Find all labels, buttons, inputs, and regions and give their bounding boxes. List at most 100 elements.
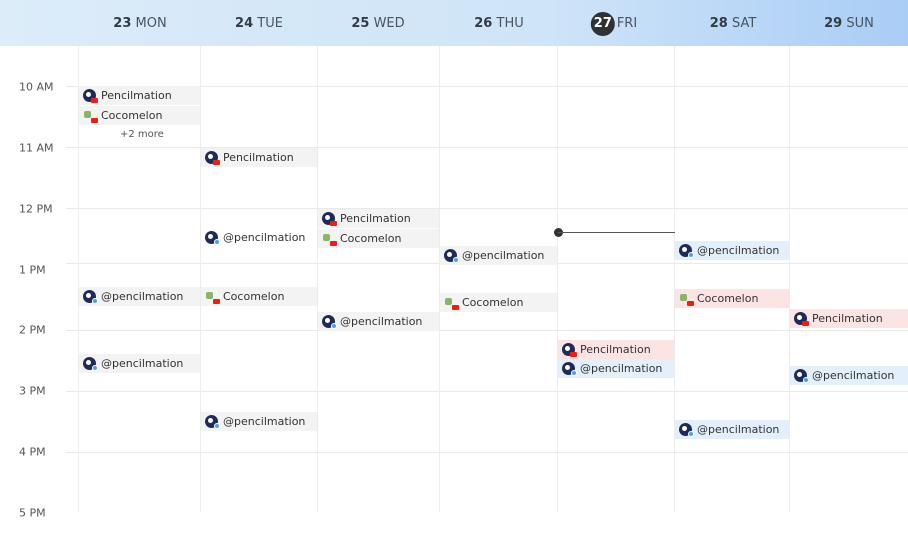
event-title: Cocomelon xyxy=(340,232,402,245)
day-divider xyxy=(317,46,318,512)
event-pencilmation-twitter[interactable]: @pencilmation xyxy=(675,420,789,439)
event-pencilmation-twitter[interactable]: @pencilmation xyxy=(558,359,674,378)
day-number: 26 xyxy=(474,16,493,31)
day-name: THU xyxy=(496,16,524,31)
time-label-2pm: 2 PM xyxy=(19,323,46,337)
event-title: Cocomelon xyxy=(462,296,524,309)
day-name: SUN xyxy=(846,16,874,31)
event-pencilmation-youtube[interactable]: Pencilmation xyxy=(318,209,439,228)
cocomelon-youtube-icon xyxy=(83,109,98,123)
pencilmation-twitter-icon xyxy=(322,315,337,329)
event-title: Cocomelon xyxy=(697,292,759,305)
pencilmation-twitter-icon xyxy=(679,244,694,258)
day-divider xyxy=(674,46,675,512)
cocomelon-youtube-icon xyxy=(679,292,694,306)
event-title: Pencilmation xyxy=(340,212,411,225)
event-title: Pencilmation xyxy=(101,89,172,102)
pencilmation-twitter-icon xyxy=(794,369,809,383)
day-divider xyxy=(789,46,790,512)
pencilmation-twitter-icon xyxy=(444,249,459,263)
pencilmation-youtube-icon xyxy=(794,312,809,326)
event-title: @pencilmation xyxy=(580,362,663,375)
day-name: WED xyxy=(373,16,405,31)
hour-gridline xyxy=(66,391,908,392)
pencilmation-youtube-icon xyxy=(562,343,577,357)
event-cocomelon-youtube[interactable]: Cocomelon xyxy=(675,289,789,308)
day-header-sat[interactable]: 28 SAT xyxy=(710,0,757,46)
time-label-1pm: 1 PM xyxy=(19,263,46,277)
day-header-fri-today[interactable]: 27 FRI xyxy=(590,0,638,46)
event-title: Pencilmation xyxy=(580,343,651,356)
day-number: 24 xyxy=(235,16,254,31)
event-pencilmation-twitter[interactable]: @pencilmation xyxy=(201,228,317,247)
event-title: @pencilmation xyxy=(223,415,306,428)
day-name: MON xyxy=(135,16,167,31)
pencilmation-twitter-icon xyxy=(83,290,98,304)
event-title: Pencilmation xyxy=(223,151,294,164)
current-time-line xyxy=(558,232,675,233)
day-number: 28 xyxy=(709,16,728,31)
day-divider xyxy=(557,46,558,512)
day-number: 29 xyxy=(824,16,843,31)
event-pencilmation-twitter[interactable]: @pencilmation xyxy=(318,312,439,331)
event-title: Cocomelon xyxy=(223,290,285,303)
event-pencilmation-youtube[interactable]: Pencilmation xyxy=(558,340,674,359)
event-title: @pencilmation xyxy=(462,249,545,262)
hour-gridline xyxy=(66,208,908,209)
cocomelon-youtube-icon xyxy=(444,296,459,310)
pencilmation-youtube-icon xyxy=(205,151,220,165)
event-title: @pencilmation xyxy=(223,231,306,244)
week-header: 23 MON 24 TUE 25 WED 26 THU 27 FRI 28 SAT… xyxy=(0,0,908,46)
event-pencilmation-youtube[interactable]: Pencilmation xyxy=(79,86,200,105)
event-pencilmation-twitter[interactable]: @pencilmation xyxy=(440,246,557,265)
day-header-sun[interactable]: 29 SUN xyxy=(824,0,874,46)
event-title: @pencilmation xyxy=(697,423,780,436)
cocomelon-youtube-icon xyxy=(205,290,220,304)
pencilmation-twitter-icon xyxy=(562,362,577,376)
event-title: @pencilmation xyxy=(812,369,895,382)
time-label-4pm: 4 PM xyxy=(19,445,46,459)
more-events-link[interactable]: +2 more xyxy=(120,126,164,144)
event-cocomelon-youtube[interactable]: Cocomelon xyxy=(79,106,200,125)
day-header-thu[interactable]: 26 THU xyxy=(474,0,523,46)
hour-gridline xyxy=(66,330,908,331)
pencilmation-twitter-icon xyxy=(205,415,220,429)
event-title: Pencilmation xyxy=(812,312,883,325)
pencilmation-twitter-icon xyxy=(83,357,98,371)
pencilmation-youtube-icon xyxy=(83,89,98,103)
event-pencilmation-twitter[interactable]: @pencilmation xyxy=(201,412,317,431)
event-pencilmation-twitter[interactable]: @pencilmation xyxy=(675,241,789,260)
day-header-wed[interactable]: 25 WED xyxy=(351,0,404,46)
hour-gridline xyxy=(66,452,908,453)
event-pencilmation-twitter[interactable]: @pencilmation xyxy=(79,287,200,306)
pencilmation-youtube-icon xyxy=(322,212,337,226)
hour-gridline xyxy=(66,147,908,148)
event-cocomelon-youtube[interactable]: Cocomelon xyxy=(201,287,317,306)
event-title: Cocomelon xyxy=(101,109,163,122)
event-pencilmation-twitter[interactable]: @pencilmation xyxy=(79,354,200,373)
event-pencilmation-youtube[interactable]: Pencilmation xyxy=(201,148,317,167)
day-number: 23 xyxy=(113,16,132,31)
cocomelon-youtube-icon xyxy=(322,232,337,246)
event-pencilmation-youtube[interactable]: Pencilmation xyxy=(790,309,908,328)
day-divider xyxy=(200,46,201,512)
event-cocomelon-youtube[interactable]: Cocomelon xyxy=(440,293,557,312)
event-cocomelon-youtube[interactable]: Cocomelon xyxy=(318,229,439,248)
event-title: @pencilmation xyxy=(101,357,184,370)
event-title: @pencilmation xyxy=(101,290,184,303)
day-header-mon[interactable]: 23 MON xyxy=(113,0,166,46)
day-name: SAT xyxy=(731,16,757,31)
day-name: TUE xyxy=(257,16,283,31)
event-pencilmation-twitter[interactable]: @pencilmation xyxy=(790,366,908,385)
day-name: FRI xyxy=(616,16,638,31)
day-header-tue[interactable]: 24 TUE xyxy=(235,0,283,46)
pencilmation-twitter-icon xyxy=(205,231,220,245)
day-number: 25 xyxy=(351,16,370,31)
pencilmation-twitter-icon xyxy=(679,423,694,437)
event-title: @pencilmation xyxy=(340,315,423,328)
time-label-11am: 11 AM xyxy=(19,141,54,155)
time-label-12pm: 12 PM xyxy=(19,202,53,216)
time-label-10am: 10 AM xyxy=(19,80,54,94)
time-label-3pm: 3 PM xyxy=(19,384,46,398)
today-number-badge: 27 xyxy=(590,12,615,36)
